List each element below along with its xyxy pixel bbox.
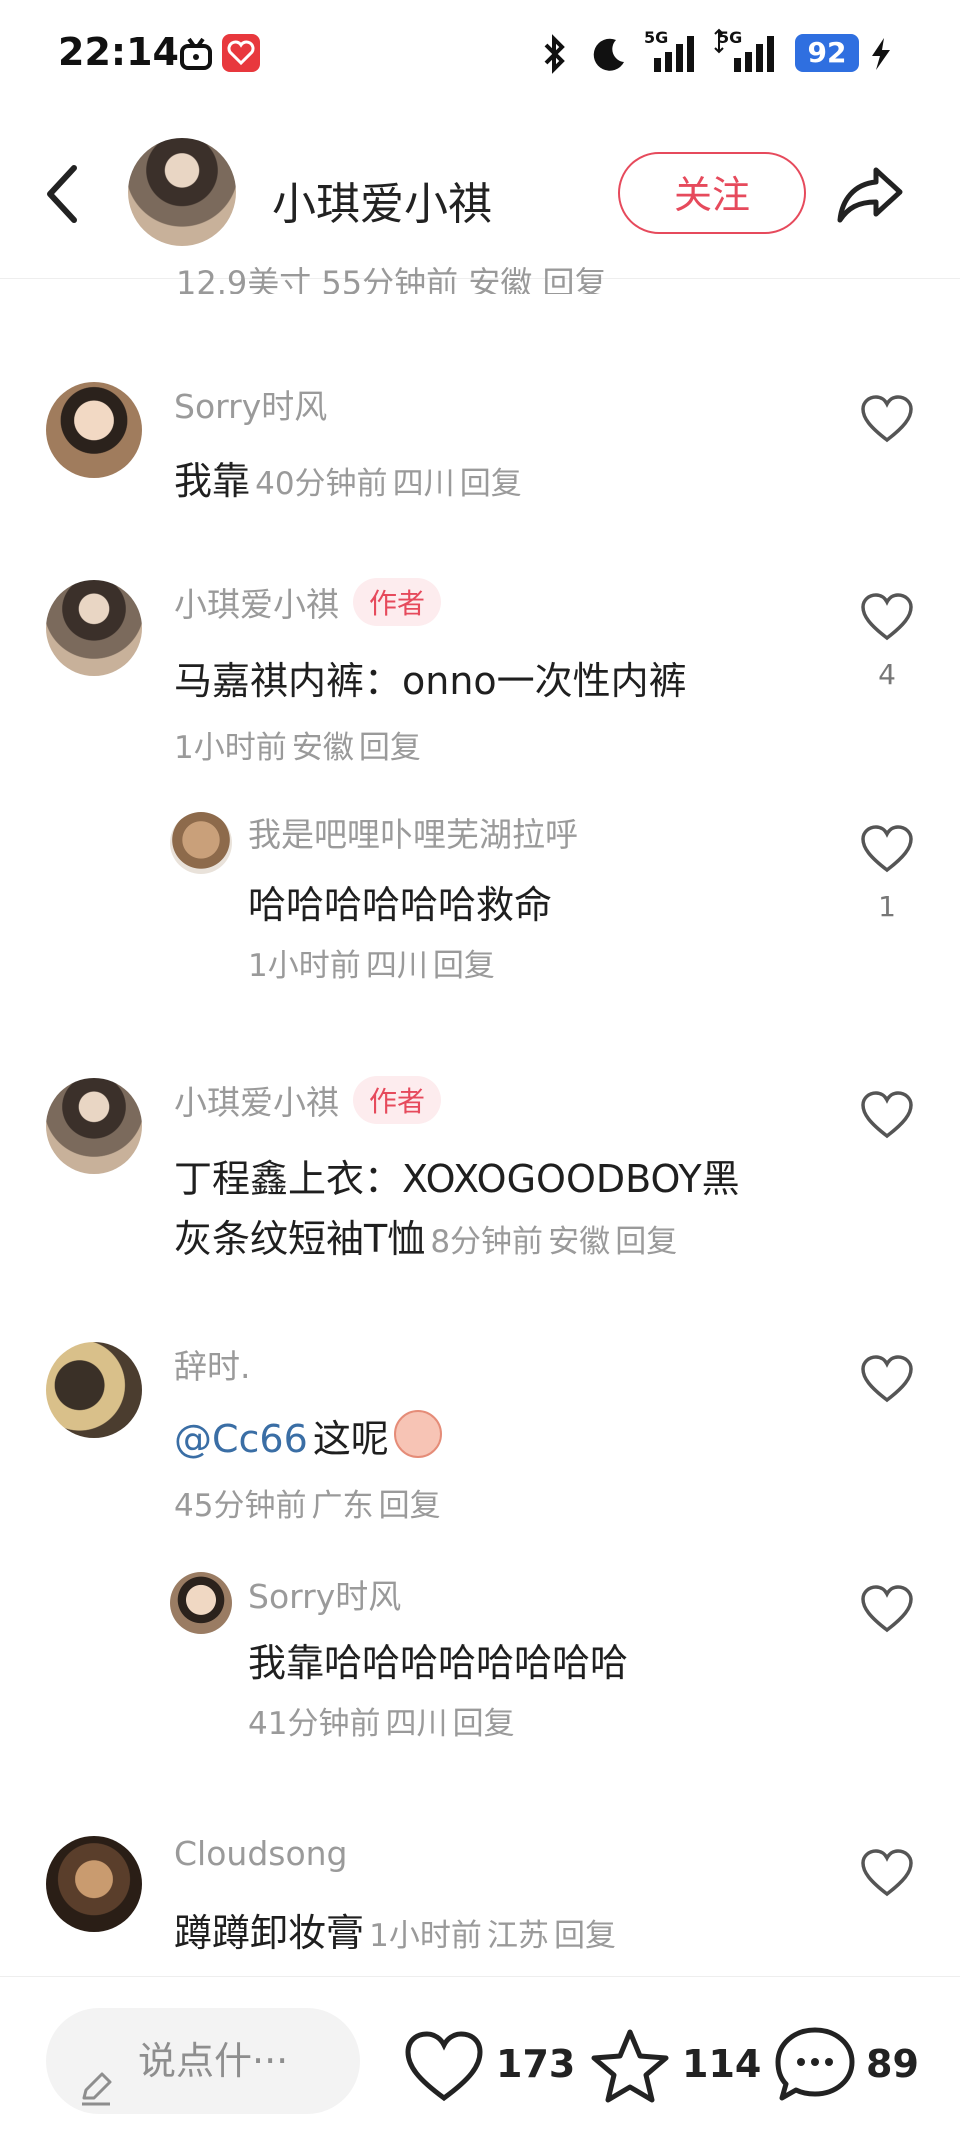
star-icon[interactable] [590, 2028, 670, 2108]
tv-icon [178, 36, 214, 76]
comment-text-line2: 灰条纹短袖T恤 8分钟前 安徽 回复 [174, 1217, 678, 1261]
comment-item: Cloudsong 蹲蹲卸妆膏 1小时前 江苏 回复 [0, 1834, 960, 1957]
app-notification-icon [222, 34, 260, 72]
reply-username[interactable]: 我是吧哩卟哩芜湖拉呼 [248, 808, 578, 856]
like-icon[interactable] [404, 2030, 484, 2108]
comment-text: 马嘉祺内裤：onno一次性内裤 [174, 659, 687, 703]
comment-item: 小琪爱小祺 作者 丁程鑫上衣：XOXOGOODBOY黑 灰条纹短袖T恤 8分钟前 … [0, 1076, 960, 1261]
back-icon[interactable] [40, 162, 84, 230]
comment-bubble-icon[interactable] [774, 2024, 856, 2108]
like-count: 173 [496, 2042, 576, 2086]
reply-button[interactable]: 回复 [615, 1224, 677, 1260]
comment-avatar[interactable] [46, 1078, 142, 1174]
comment-username[interactable]: Cloudsong [174, 1834, 348, 1873]
comment-username[interactable]: 小琪爱小祺 [174, 1083, 339, 1122]
comment-item: 辞时. @Cc66 这呢 45分钟前 广东 回复 [0, 1340, 960, 1530]
comment-avatar[interactable] [46, 580, 142, 676]
reply-button[interactable]: 回复 [379, 1488, 441, 1524]
author-avatar[interactable] [128, 138, 236, 246]
like-heart-icon[interactable] [860, 592, 914, 646]
comment-username[interactable]: 小琪爱小祺 [174, 585, 339, 624]
like-heart-icon[interactable] [860, 1584, 914, 1638]
status-time: 22:14 [58, 30, 179, 74]
like-count: 1 [878, 890, 896, 923]
comment-header: 小琪爱小祺 作者 [174, 1076, 442, 1124]
like-heart-icon[interactable] [860, 1354, 914, 1408]
reply-text: 我靠哈哈哈哈哈哈哈哈 [248, 1641, 629, 1685]
like-heart-icon[interactable] [860, 1848, 914, 1902]
comment-body: 我靠 40分钟前 四川 回复 [174, 450, 522, 505]
reply-username[interactable]: Sorry时风 [248, 1570, 401, 1618]
do-not-disturb-moon-icon [588, 34, 628, 78]
comment-meta: 45分钟前 广东 回复 [174, 1480, 441, 1525]
comment-count: 89 [866, 2042, 919, 2086]
reply-time: 41分钟前 [248, 1706, 381, 1742]
author-badge: 作者 [353, 1076, 442, 1124]
reply-location: 四川 [385, 1706, 448, 1742]
comment-username[interactable]: Sorry时风 [174, 380, 327, 428]
reply-item: 我是吧哩卟哩芜湖拉呼 哈哈哈哈哈哈救命 1小时前 四川 回复 1 [0, 808, 960, 984]
comment-location: 安徽 [548, 1224, 611, 1260]
reply-avatar[interactable] [170, 812, 232, 874]
comment-avatar[interactable] [46, 1836, 142, 1932]
reply-button[interactable]: 回复 [460, 466, 522, 502]
author-badge: 作者 [353, 578, 442, 626]
comment-body: 蹲蹲卸妆膏 1小时前 江苏 回复 [174, 1902, 616, 1957]
comment-text: 蹲蹲卸妆膏 [174, 1911, 365, 1955]
comment-meta: 1小时前 安徽 回复 [174, 722, 421, 767]
comment-header: 小琪爱小祺 作者 [174, 578, 442, 626]
comment-location: 江苏 [486, 1918, 549, 1954]
comment-avatar[interactable] [46, 1342, 142, 1438]
reply-button[interactable]: 回复 [453, 1706, 515, 1742]
follow-button[interactable]: 关注 [618, 152, 806, 234]
comment-item: Sorry时风 我靠 40分钟前 四川 回复 [0, 380, 960, 503]
comment-text: 丁程鑫上衣：XOXOGOODBOY黑 [174, 1157, 740, 1201]
like-count: 4 [878, 658, 896, 691]
comment-location: 广东 [311, 1488, 374, 1524]
comment-location: 安徽 [291, 730, 354, 766]
comment-text: @Cc66 这呢 [174, 1408, 442, 1463]
comment-item: 小琪爱小祺 作者 马嘉祺内裤：onno一次性内裤 1小时前 安徽 回复 4 [0, 578, 960, 768]
reply-meta: 41分钟前 四川 回复 [248, 1698, 515, 1743]
reply-button[interactable]: 回复 [433, 948, 495, 984]
comment-username[interactable]: 辞时. [174, 1340, 251, 1388]
comment-time: 1小时前 [369, 1918, 482, 1954]
reply-meta: 1小时前 四川 回复 [248, 940, 495, 985]
reply-time: 1小时前 [248, 948, 361, 984]
comment-input[interactable]: 说点什··· [46, 2008, 360, 2114]
comment-time: 1小时前 [174, 730, 287, 766]
emoji-sticker-icon [393, 1410, 442, 1458]
previous-comment-meta: 12.9美寸 55分钟前 安徽 回复 [176, 264, 607, 294]
like-heart-icon[interactable] [860, 1090, 914, 1144]
reply-item: Sorry时风 我靠哈哈哈哈哈哈哈哈 41分钟前 四川 回复 [0, 1570, 960, 1743]
reply-button[interactable]: 回复 [554, 1918, 616, 1954]
reply-button[interactable]: 回复 [359, 730, 421, 766]
pencil-icon [76, 2042, 116, 2148]
comment-time: 8分钟前 [430, 1224, 544, 1260]
comment-text: 我靠 [174, 459, 251, 503]
bluetooth-icon [540, 34, 570, 78]
like-heart-icon[interactable] [860, 394, 914, 448]
status-bar: 22:14 5G 5G 92 [0, 0, 960, 110]
charging-icon [868, 36, 894, 76]
signal-5g-icon-2: 5G [712, 28, 778, 80]
reply-avatar[interactable] [170, 1572, 232, 1634]
comment-location: 四川 [392, 466, 455, 502]
star-count: 114 [682, 2042, 762, 2086]
like-heart-icon[interactable] [860, 824, 914, 878]
comment-avatar[interactable] [46, 382, 142, 478]
reply-location: 四川 [365, 948, 428, 984]
comment-input-placeholder: 说点什··· [138, 2039, 289, 2083]
mention-link[interactable]: @Cc66 [174, 1417, 308, 1461]
signal-5g-icon: 5G [644, 28, 698, 80]
reply-text: 哈哈哈哈哈哈救命 [248, 883, 553, 927]
comment-time: 40分钟前 [255, 466, 388, 502]
share-icon[interactable] [836, 164, 906, 228]
author-name[interactable]: 小琪爱小祺 [272, 168, 492, 232]
battery-level: 92 [795, 34, 859, 72]
comment-time: 45分钟前 [174, 1488, 307, 1524]
